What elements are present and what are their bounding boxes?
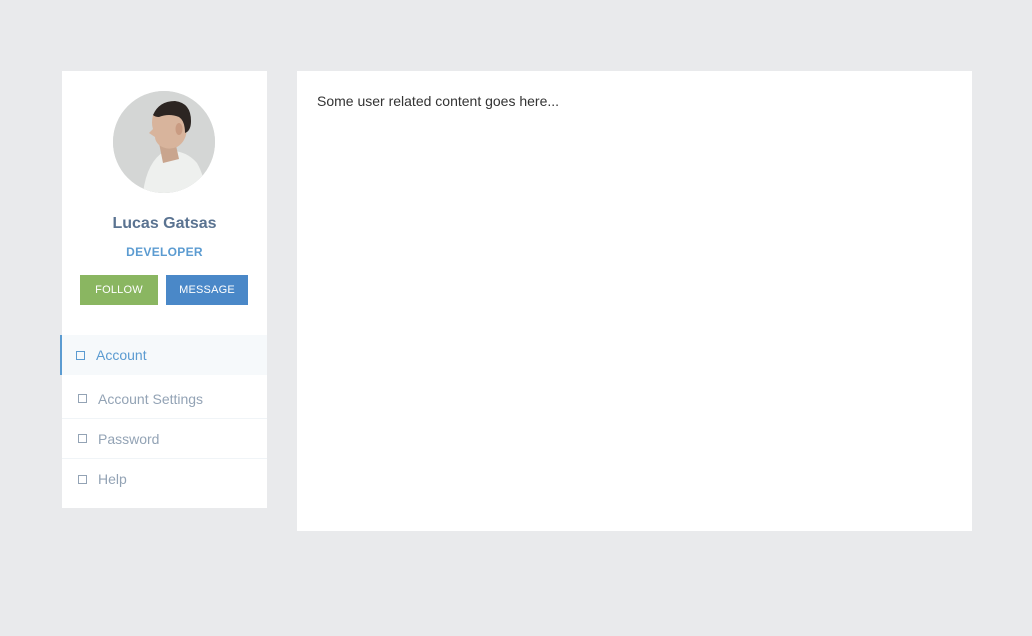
menu-item-label: Account Settings — [98, 390, 204, 407]
square-icon — [78, 434, 87, 443]
content-text: Some user related content goes here... — [317, 93, 560, 109]
user-name: Lucas Gatsas — [112, 215, 217, 232]
square-icon — [78, 394, 87, 403]
menu-item-label: Account — [96, 347, 147, 363]
main-content: Some user related content goes here... — [297, 71, 972, 531]
profile-sidebar: Lucas Gatsas DEVELOPER FOLLOW MESSAGE Ac… — [60, 71, 267, 508]
menu-item-label: Help — [98, 471, 127, 487]
follow-button[interactable]: FOLLOW — [80, 275, 158, 305]
profile-menu: Account Account Settings Password Help — [60, 335, 267, 499]
avatar-image — [113, 91, 215, 193]
menu-item-account[interactable]: Account — [60, 335, 267, 375]
avatar — [113, 91, 215, 193]
square-icon — [76, 350, 85, 360]
user-role: DEVELOPER — [126, 245, 203, 259]
message-button[interactable]: MESSAGE — [166, 275, 248, 305]
menu-item-help[interactable]: Help — [62, 459, 267, 499]
menu-item-account-settings[interactable]: Account Settings — [62, 379, 267, 419]
square-icon — [78, 474, 87, 484]
menu-item-password[interactable]: Password — [62, 419, 267, 459]
menu-item-label: Password — [98, 430, 160, 447]
